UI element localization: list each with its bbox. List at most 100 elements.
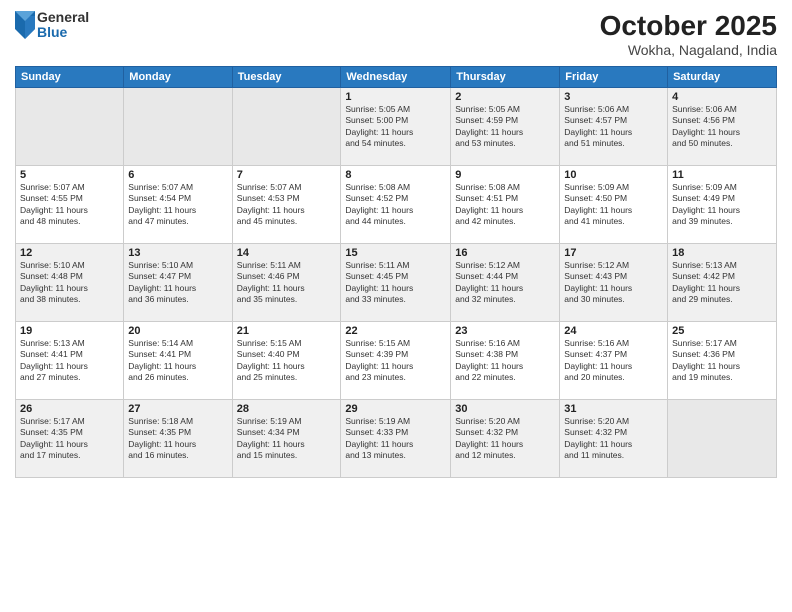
day-info: Sunrise: 5:15 AMSunset: 4:39 PMDaylight:… (345, 338, 446, 384)
day-info: Sunrise: 5:13 AMSunset: 4:42 PMDaylight:… (672, 260, 772, 306)
day-number: 18 (672, 247, 772, 259)
day-info: Sunrise: 5:10 AMSunset: 4:48 PMDaylight:… (20, 260, 119, 306)
day-number: 29 (345, 403, 446, 415)
day-number: 2 (455, 91, 555, 103)
day-number: 30 (455, 403, 555, 415)
table-row: 2Sunrise: 5:05 AMSunset: 4:59 PMDaylight… (451, 88, 560, 166)
table-row: 1Sunrise: 5:05 AMSunset: 5:00 PMDaylight… (341, 88, 451, 166)
day-number: 11 (672, 169, 772, 181)
day-number: 5 (20, 169, 119, 181)
day-number: 3 (564, 91, 663, 103)
day-number: 14 (237, 247, 337, 259)
day-number: 8 (345, 169, 446, 181)
table-row: 8Sunrise: 5:08 AMSunset: 4:52 PMDaylight… (341, 166, 451, 244)
day-number: 25 (672, 325, 772, 337)
table-row: 23Sunrise: 5:16 AMSunset: 4:38 PMDayligh… (451, 322, 560, 400)
table-row: 14Sunrise: 5:11 AMSunset: 4:46 PMDayligh… (232, 244, 341, 322)
table-row: 13Sunrise: 5:10 AMSunset: 4:47 PMDayligh… (124, 244, 232, 322)
day-info: Sunrise: 5:17 AMSunset: 4:36 PMDaylight:… (672, 338, 772, 384)
day-number: 23 (455, 325, 555, 337)
col-wednesday: Wednesday (341, 67, 451, 88)
table-row: 30Sunrise: 5:20 AMSunset: 4:32 PMDayligh… (451, 400, 560, 478)
week-row-5: 26Sunrise: 5:17 AMSunset: 4:35 PMDayligh… (16, 400, 777, 478)
day-info: Sunrise: 5:12 AMSunset: 4:43 PMDaylight:… (564, 260, 663, 306)
week-row-1: 1Sunrise: 5:05 AMSunset: 5:00 PMDaylight… (16, 88, 777, 166)
calendar-header: Sunday Monday Tuesday Wednesday Thursday… (16, 67, 777, 88)
day-info: Sunrise: 5:19 AMSunset: 4:34 PMDaylight:… (237, 416, 337, 462)
day-info: Sunrise: 5:11 AMSunset: 4:45 PMDaylight:… (345, 260, 446, 306)
day-number: 27 (128, 403, 227, 415)
logo-text: General Blue (37, 10, 89, 41)
day-info: Sunrise: 5:05 AMSunset: 4:59 PMDaylight:… (455, 104, 555, 150)
logo: General Blue (15, 10, 89, 41)
table-row: 9Sunrise: 5:08 AMSunset: 4:51 PMDaylight… (451, 166, 560, 244)
table-row: 10Sunrise: 5:09 AMSunset: 4:50 PMDayligh… (560, 166, 668, 244)
table-row (124, 88, 232, 166)
table-row: 25Sunrise: 5:17 AMSunset: 4:36 PMDayligh… (668, 322, 777, 400)
day-info: Sunrise: 5:19 AMSunset: 4:33 PMDaylight:… (345, 416, 446, 462)
calendar: Sunday Monday Tuesday Wednesday Thursday… (15, 66, 777, 478)
day-number: 17 (564, 247, 663, 259)
day-number: 15 (345, 247, 446, 259)
day-number: 7 (237, 169, 337, 181)
table-row: 12Sunrise: 5:10 AMSunset: 4:48 PMDayligh… (16, 244, 124, 322)
day-info: Sunrise: 5:05 AMSunset: 5:00 PMDaylight:… (345, 104, 446, 150)
calendar-body: 1Sunrise: 5:05 AMSunset: 5:00 PMDaylight… (16, 88, 777, 478)
location: Wokha, Nagaland, India (600, 42, 777, 58)
col-thursday: Thursday (451, 67, 560, 88)
day-number: 28 (237, 403, 337, 415)
table-row (16, 88, 124, 166)
week-row-3: 12Sunrise: 5:10 AMSunset: 4:48 PMDayligh… (16, 244, 777, 322)
day-info: Sunrise: 5:16 AMSunset: 4:37 PMDaylight:… (564, 338, 663, 384)
table-row: 17Sunrise: 5:12 AMSunset: 4:43 PMDayligh… (560, 244, 668, 322)
day-number: 22 (345, 325, 446, 337)
day-number: 26 (20, 403, 119, 415)
col-sunday: Sunday (16, 67, 124, 88)
header: General Blue October 2025 Wokha, Nagalan… (15, 10, 777, 58)
table-row: 26Sunrise: 5:17 AMSunset: 4:35 PMDayligh… (16, 400, 124, 478)
table-row: 21Sunrise: 5:15 AMSunset: 4:40 PMDayligh… (232, 322, 341, 400)
day-info: Sunrise: 5:14 AMSunset: 4:41 PMDaylight:… (128, 338, 227, 384)
day-info: Sunrise: 5:18 AMSunset: 4:35 PMDaylight:… (128, 416, 227, 462)
day-info: Sunrise: 5:20 AMSunset: 4:32 PMDaylight:… (564, 416, 663, 462)
day-number: 4 (672, 91, 772, 103)
header-row: Sunday Monday Tuesday Wednesday Thursday… (16, 67, 777, 88)
table-row: 16Sunrise: 5:12 AMSunset: 4:44 PMDayligh… (451, 244, 560, 322)
day-number: 16 (455, 247, 555, 259)
day-number: 24 (564, 325, 663, 337)
day-info: Sunrise: 5:06 AMSunset: 4:56 PMDaylight:… (672, 104, 772, 150)
day-number: 10 (564, 169, 663, 181)
day-info: Sunrise: 5:09 AMSunset: 4:50 PMDaylight:… (564, 182, 663, 228)
day-number: 12 (20, 247, 119, 259)
day-info: Sunrise: 5:13 AMSunset: 4:41 PMDaylight:… (20, 338, 119, 384)
day-info: Sunrise: 5:07 AMSunset: 4:55 PMDaylight:… (20, 182, 119, 228)
day-number: 6 (128, 169, 227, 181)
table-row: 6Sunrise: 5:07 AMSunset: 4:54 PMDaylight… (124, 166, 232, 244)
logo-icon (15, 11, 35, 39)
day-info: Sunrise: 5:10 AMSunset: 4:47 PMDaylight:… (128, 260, 227, 306)
logo-blue-text: Blue (37, 25, 89, 40)
table-row: 28Sunrise: 5:19 AMSunset: 4:34 PMDayligh… (232, 400, 341, 478)
day-info: Sunrise: 5:08 AMSunset: 4:52 PMDaylight:… (345, 182, 446, 228)
table-row: 18Sunrise: 5:13 AMSunset: 4:42 PMDayligh… (668, 244, 777, 322)
day-number: 21 (237, 325, 337, 337)
table-row: 19Sunrise: 5:13 AMSunset: 4:41 PMDayligh… (16, 322, 124, 400)
day-number: 31 (564, 403, 663, 415)
day-info: Sunrise: 5:12 AMSunset: 4:44 PMDaylight:… (455, 260, 555, 306)
table-row (668, 400, 777, 478)
day-info: Sunrise: 5:11 AMSunset: 4:46 PMDaylight:… (237, 260, 337, 306)
table-row: 15Sunrise: 5:11 AMSunset: 4:45 PMDayligh… (341, 244, 451, 322)
day-info: Sunrise: 5:09 AMSunset: 4:49 PMDaylight:… (672, 182, 772, 228)
day-number: 20 (128, 325, 227, 337)
day-info: Sunrise: 5:07 AMSunset: 4:54 PMDaylight:… (128, 182, 227, 228)
week-row-4: 19Sunrise: 5:13 AMSunset: 4:41 PMDayligh… (16, 322, 777, 400)
month-title: October 2025 (600, 10, 777, 42)
col-friday: Friday (560, 67, 668, 88)
day-info: Sunrise: 5:08 AMSunset: 4:51 PMDaylight:… (455, 182, 555, 228)
col-monday: Monday (124, 67, 232, 88)
day-info: Sunrise: 5:17 AMSunset: 4:35 PMDaylight:… (20, 416, 119, 462)
day-number: 1 (345, 91, 446, 103)
page: General Blue October 2025 Wokha, Nagalan… (0, 0, 792, 612)
table-row: 5Sunrise: 5:07 AMSunset: 4:55 PMDaylight… (16, 166, 124, 244)
table-row: 27Sunrise: 5:18 AMSunset: 4:35 PMDayligh… (124, 400, 232, 478)
